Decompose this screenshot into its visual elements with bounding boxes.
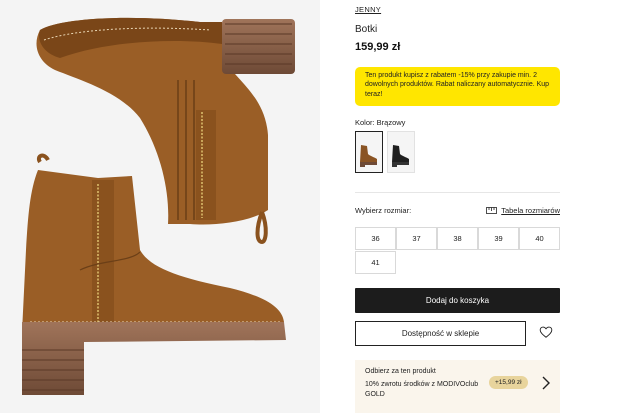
size-option[interactable]: 37 <box>396 227 437 250</box>
size-option[interactable]: 40 <box>519 227 560 250</box>
add-to-cart-button[interactable]: Dodaj do koszyka <box>355 288 560 313</box>
color-swatch-brown[interactable] <box>355 131 383 173</box>
size-chart-label: Tabela rozmiarów <box>501 206 560 215</box>
size-chart-link[interactable]: Tabela rozmiarów <box>486 206 560 215</box>
color-swatch-black[interactable] <box>387 131 415 173</box>
size-label: Wybierz rozmiar: <box>355 206 412 215</box>
product-image[interactable] <box>0 0 320 413</box>
promo-banner: Ten produkt kupisz z rabatem -15% przy z… <box>355 67 560 106</box>
boots-illustration <box>22 17 295 395</box>
divider <box>355 192 560 193</box>
size-option[interactable]: 41 <box>355 251 396 274</box>
size-option[interactable]: 36 <box>355 227 396 250</box>
store-availability-button[interactable]: Dostępność w sklepie <box>355 321 526 346</box>
product-price: 159,99 zł <box>355 41 401 53</box>
brand-link[interactable]: JENNY <box>355 5 381 14</box>
heart-icon[interactable] <box>539 325 553 339</box>
loyalty-club-box[interactable]: Odbierz za ten produkt 10% zwrotu środkó… <box>355 360 560 413</box>
club-title: Odbierz za ten produkt <box>365 368 436 375</box>
size-option[interactable]: 39 <box>478 227 519 250</box>
ruler-icon <box>486 207 498 214</box>
promo-text: Ten produkt kupisz z rabatem -15% przy z… <box>365 72 550 98</box>
club-description: 10% zwrotu środków z MODIVOclub GOLD <box>365 381 479 399</box>
color-label: Kolor: Brązowy <box>355 118 406 127</box>
size-option[interactable]: 38 <box>437 227 478 250</box>
cashback-badge: +15,99 zł <box>489 376 528 389</box>
chevron-right-icon[interactable] <box>541 376 551 390</box>
product-title: Botki <box>355 24 378 35</box>
